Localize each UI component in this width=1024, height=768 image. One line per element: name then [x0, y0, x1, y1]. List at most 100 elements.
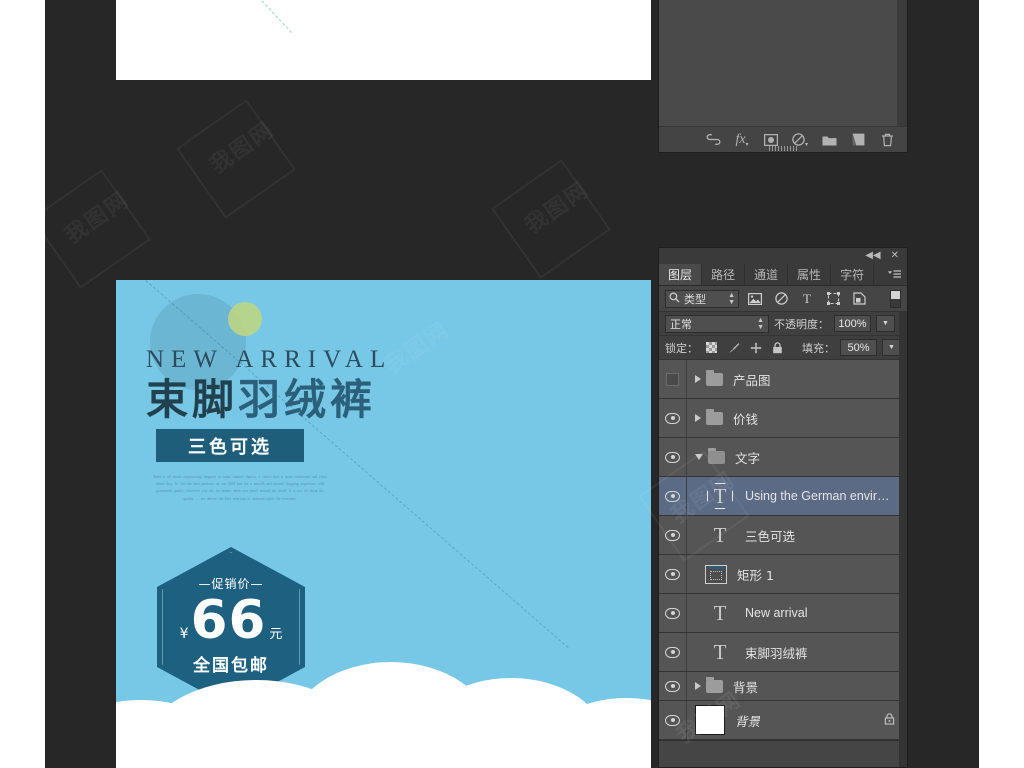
- tab-layers[interactable]: 图层: [659, 264, 703, 285]
- close-icon[interactable]: ✕: [891, 251, 899, 261]
- layer-visibility-toggle[interactable]: [659, 633, 687, 671]
- table-row[interactable]: T 三色可选: [659, 516, 907, 555]
- filter-enable-toggle[interactable]: [890, 289, 901, 308]
- blend-mode-row: 正常 ▲ ▼ 不透明度： 100% ▼: [659, 312, 907, 336]
- layer-visibility-toggle[interactable]: [659, 438, 687, 476]
- new-group-icon[interactable]: [821, 132, 837, 148]
- document-window-main[interactable]: NEW ARRIVAL 束脚羽绒裤 三色可选 Make it all about…: [116, 280, 651, 768]
- panel-menu-icon[interactable]: [888, 264, 907, 285]
- layer-visibility-toggle[interactable]: [659, 555, 687, 593]
- promo-label: —促销价—: [198, 576, 264, 591]
- link-icon[interactable]: [705, 132, 721, 148]
- table-row[interactable]: 矩形 1: [659, 555, 907, 594]
- layer-visibility-toggle[interactable]: [659, 477, 687, 515]
- layer-name: 背景: [733, 679, 759, 695]
- layer-name: 价钱: [733, 411, 759, 427]
- blend-mode-select[interactable]: 正常 ▲ ▼: [665, 314, 769, 333]
- layer-visibility-toggle[interactable]: [659, 399, 687, 437]
- eye-icon: [665, 412, 680, 424]
- chevron-updown-icon[interactable]: ▲ ▼: [757, 317, 764, 331]
- search-icon: [669, 292, 680, 306]
- folder-open-icon: [708, 447, 725, 464]
- eye-icon: [665, 607, 680, 619]
- folder-icon: [706, 408, 723, 425]
- table-row[interactable]: 产品图: [659, 360, 907, 399]
- tab-properties[interactable]: 属性: [788, 264, 832, 285]
- type-layer-thumbnail: T: [705, 481, 735, 511]
- bitmap-layer-thumbnail: [695, 705, 725, 735]
- poster-ribbon: 三色可选: [156, 429, 304, 462]
- poster-body-text: Make it all about: empowering shoppers t…: [153, 475, 327, 501]
- table-row[interactable]: T 束脚羽绒裤: [659, 633, 907, 672]
- table-row[interactable]: 价钱: [659, 399, 907, 438]
- screen-root: NEW ARRIVAL 束脚羽绒裤 三色可选 Make it all about…: [0, 0, 1024, 768]
- tab-channels[interactable]: 通道: [745, 264, 789, 285]
- delete-layer-icon[interactable]: [879, 132, 895, 148]
- lock-icon: [884, 712, 895, 728]
- layer-visibility-toggle[interactable]: [659, 672, 687, 700]
- all-lock-icon[interactable]: [771, 341, 784, 354]
- layer-visibility-toggle[interactable]: [659, 516, 687, 554]
- eye-icon: [665, 529, 680, 541]
- type-filter-icon[interactable]: T: [797, 290, 817, 308]
- smart-object-filter-icon[interactable]: [849, 290, 869, 308]
- brush-lock-icon[interactable]: [727, 341, 740, 354]
- layer-name: 文字: [735, 450, 761, 466]
- document-window-top[interactable]: [116, 0, 651, 80]
- pixel-filter-icon[interactable]: [745, 290, 765, 308]
- cloud-base: [116, 0, 651, 80]
- table-row[interactable]: T Using the German envir…: [659, 477, 907, 516]
- fill-label: 填充：: [802, 341, 835, 355]
- move-lock-icon[interactable]: [749, 341, 762, 354]
- tab-paths[interactable]: 路径: [702, 264, 746, 285]
- panel-resize-grip[interactable]: [769, 146, 797, 151]
- eye-off-icon: [666, 372, 679, 386]
- table-row[interactable]: T New arrival: [659, 594, 907, 633]
- collapse-icon[interactable]: ◀◀: [865, 251, 880, 261]
- poster-title-part1: 束脚: [146, 375, 239, 424]
- eye-icon: [665, 568, 680, 580]
- eye-icon: [665, 714, 680, 726]
- panel-upper-body: [659, 0, 907, 126]
- opacity-dropdown-icon[interactable]: ▼: [876, 315, 895, 332]
- fill-value[interactable]: 50%: [840, 339, 877, 356]
- table-row[interactable]: 背景: [659, 701, 907, 740]
- fx-icon[interactable]: fx ▾: [734, 132, 750, 148]
- layer-name: New arrival: [745, 606, 808, 620]
- opacity-value[interactable]: 100%: [834, 315, 871, 332]
- chevron-updown-icon[interactable]: ▲ ▼: [728, 292, 735, 306]
- adjustment-filter-icon[interactable]: [771, 290, 791, 308]
- panel-upper-scrollbar[interactable]: [897, 0, 907, 126]
- layer-name: 背景: [735, 713, 761, 729]
- chevron-right-icon[interactable]: [695, 414, 701, 422]
- chevron-right-icon[interactable]: [695, 682, 701, 690]
- tab-character[interactable]: 字符: [831, 264, 875, 285]
- transparency-lock-icon[interactable]: [705, 341, 718, 354]
- chevron-right-icon[interactable]: [695, 375, 701, 383]
- panel-upper[interactable]: fx ▾ ▾: [658, 0, 908, 153]
- layer-name: 矩形 1: [737, 567, 774, 583]
- filter-kind-select[interactable]: 类型 ▲ ▼: [665, 289, 739, 308]
- currency-symbol: ¥: [179, 625, 189, 642]
- poster-title-part2: 羽绒裤: [238, 375, 377, 424]
- layer-name: Using the German envir…: [745, 489, 890, 503]
- opacity-label: 不透明度：: [774, 317, 829, 331]
- folder-icon: [706, 369, 723, 386]
- layer-visibility-toggle[interactable]: [659, 360, 687, 398]
- filter-kind-label: 类型: [684, 293, 706, 306]
- table-row[interactable]: 文字: [659, 438, 907, 477]
- new-layer-icon[interactable]: [850, 132, 866, 148]
- eye-icon: [665, 646, 680, 658]
- layer-name: 产品图: [733, 372, 771, 388]
- layers-scrollbar[interactable]: [899, 312, 907, 767]
- layers-panel[interactable]: ◀◀ ✕ 图层 路径 通道 属性 字符 类型 ▲ ▼ T 正常 ▲ ▼ 不透明度…: [658, 247, 908, 768]
- layer-visibility-toggle[interactable]: [659, 594, 687, 632]
- shape-filter-icon[interactable]: [823, 290, 843, 308]
- layer-visibility-toggle[interactable]: [659, 701, 687, 739]
- folder-icon: [706, 676, 723, 693]
- table-row[interactable]: 背景: [659, 672, 907, 701]
- lock-row: 锁定： 填充： 50% ▼: [659, 336, 907, 360]
- poster-ribbon-label: 三色可选: [188, 436, 272, 458]
- chevron-down-icon[interactable]: [695, 454, 703, 460]
- poster-eyebrow: NEW ARRIVAL: [146, 346, 393, 373]
